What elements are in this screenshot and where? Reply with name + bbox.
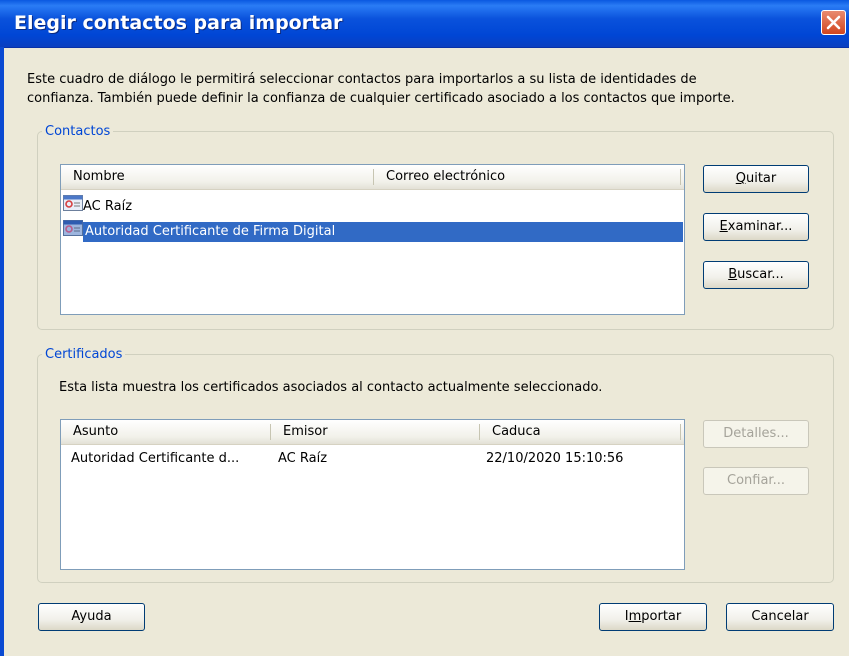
column-name[interactable]: Nombre <box>61 165 374 189</box>
contact-name: Autoridad Certificante de Firma Digital <box>83 222 683 242</box>
details-button[interactable]: Detalles... <box>703 420 809 448</box>
search-button[interactable]: Buscar... <box>703 261 809 289</box>
contacts-legend: Contactos <box>45 124 111 139</box>
contacts-list-header: Nombre Correo electrónico <box>61 165 684 190</box>
contact-row-autoridad[interactable]: Autoridad Certificante de Firma Digital <box>63 220 683 243</box>
window-frame <box>0 47 4 656</box>
certificate-expires: 22/10/2020 15:10:56 <box>486 451 624 466</box>
certificates-list[interactable]: Asunto Emisor Caduca Autoridad Certifica… <box>60 419 685 570</box>
dialog-description: Este cuadro de diálogo le permitirá sele… <box>27 72 735 106</box>
close-button[interactable] <box>821 10 846 35</box>
column-email[interactable]: Correo electrónico <box>374 165 681 189</box>
column-subject[interactable]: Asunto <box>61 420 271 444</box>
import-contacts-dialog: Elegir contactos para importar Este cuad… <box>0 0 849 656</box>
certificates-description: Esta lista muestra los certificados asoc… <box>59 380 603 395</box>
column-issuer-label: Emisor <box>283 424 328 439</box>
column-name-label: Nombre <box>73 169 125 184</box>
remove-button[interactable]: Quitar <box>703 165 809 193</box>
certificates-list-header: Asunto Emisor Caduca <box>61 420 684 445</box>
column-issuer[interactable]: Emisor <box>271 420 480 444</box>
help-button[interactable]: Ayuda <box>38 603 145 631</box>
column-subject-label: Asunto <box>73 424 119 439</box>
trust-button[interactable]: Confiar... <box>703 467 809 495</box>
certificate-subject: Autoridad Certificante d... <box>71 451 240 466</box>
certificate-icon <box>63 220 83 243</box>
browse-button[interactable]: Examinar... <box>703 213 809 241</box>
contacts-list[interactable]: Nombre Correo electrónico AC Raíz Autori… <box>60 164 685 315</box>
close-icon <box>826 15 841 30</box>
column-expires[interactable]: Caduca <box>480 420 681 444</box>
column-email-label: Correo electrónico <box>386 169 506 184</box>
contact-row-ac-raiz[interactable]: AC Raíz <box>63 195 132 215</box>
certificate-row[interactable]: Autoridad Certificante d... AC Raíz 22/1… <box>63 449 683 469</box>
certificate-icon <box>63 195 83 218</box>
contact-name: AC Raíz <box>83 199 133 214</box>
column-expires-label: Caduca <box>492 424 541 439</box>
title-bar[interactable]: Elegir contactos para importar <box>0 0 849 48</box>
certificates-legend: Certificados <box>45 347 123 362</box>
cancel-button[interactable]: Cancelar <box>726 603 834 631</box>
certificate-issuer: AC Raíz <box>278 451 328 466</box>
import-button[interactable]: Importar <box>599 603 707 631</box>
dialog-title: Elegir contactos para importar <box>14 12 343 34</box>
